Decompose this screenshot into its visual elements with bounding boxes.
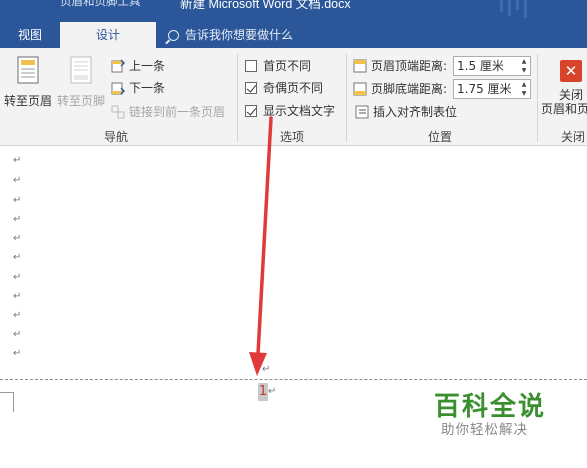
paragraph-mark: ↵ xyxy=(13,329,22,340)
paragraph-mark: ↵ xyxy=(13,310,22,321)
goto-header-button[interactable]: 转至页眉 xyxy=(2,56,54,109)
link-icon xyxy=(111,105,125,119)
footer-position-icon xyxy=(353,81,367,96)
document-title: 新建 Microsoft Word 文档.docx xyxy=(180,0,351,11)
tell-me-placeholder: 告诉我你想要做什么 xyxy=(185,28,294,42)
ribbon: 转至页眉 转至页脚 上一条 下一条 链接到前一条页眉 导航 首页不同 奇偶页不同… xyxy=(0,48,587,146)
title-bar: 页眉和页脚工具 新建 Microsoft Word 文档.docx xyxy=(0,0,587,22)
different-first-page-label: 首页不同 xyxy=(263,59,312,73)
previous-icon xyxy=(111,59,126,73)
paragraph-mark: ↵ xyxy=(13,272,22,283)
goto-footer-label: 转至页脚 xyxy=(56,94,105,108)
insert-alignment-tab-label: 插入对齐制表位 xyxy=(373,105,458,119)
group-divider xyxy=(237,54,238,142)
footer-from-bottom-label: 页脚底端距离: xyxy=(371,82,448,96)
paragraph-mark: ↵ xyxy=(13,233,22,244)
header-position-icon xyxy=(353,58,367,73)
link-to-previous-button[interactable]: 链接到前一条页眉 xyxy=(111,102,225,122)
paragraph-mark: ↵ xyxy=(268,386,277,397)
watermark-subtitle: 助你轻松解决 xyxy=(441,422,528,438)
footer-from-bottom-value: 1.75 厘米 xyxy=(457,82,512,96)
group-divider xyxy=(346,54,347,142)
different-first-page-checkbox[interactable]: 首页不同 xyxy=(245,56,311,76)
options-group-label: 选项 xyxy=(280,130,305,144)
different-odd-even-label: 奇偶页不同 xyxy=(263,81,324,95)
paragraph-mark: ↵ xyxy=(262,364,271,375)
tab-view[interactable]: 视图 xyxy=(6,22,54,48)
paragraph-mark: ↵ xyxy=(13,175,22,186)
alignment-tab-icon xyxy=(355,105,369,119)
header-from-top-row: 页眉顶端距离: 1.5 厘米 ▲ ▼ xyxy=(353,55,533,77)
group-divider xyxy=(537,54,538,142)
link-to-previous-label: 链接到前一条页眉 xyxy=(129,105,226,119)
footer-page-icon xyxy=(70,56,92,84)
page-corner-mark xyxy=(0,392,14,412)
close-group-label: 关闭 xyxy=(561,130,586,144)
insert-alignment-tab-button[interactable]: 插入对齐制表位 xyxy=(355,102,457,122)
close-label-line2: 页眉和页脚 xyxy=(540,102,587,116)
page-number-field[interactable]: 1 xyxy=(258,383,268,401)
previous-button[interactable]: 上一条 xyxy=(111,56,165,76)
footer-from-bottom-spinner[interactable]: 1.75 厘米 ▲ ▼ xyxy=(453,79,531,99)
paragraph-mark: ↵ xyxy=(13,195,22,206)
close-icon: ✕ xyxy=(560,60,582,82)
previous-label: 上一条 xyxy=(129,59,166,73)
title-decoration-icon xyxy=(500,0,527,18)
header-from-top-label: 页眉顶端距离: xyxy=(371,59,448,73)
next-button[interactable]: 下一条 xyxy=(111,78,165,98)
show-document-text-label: 显示文档文字 xyxy=(263,104,336,118)
close-label-line1: 关闭 xyxy=(558,88,583,102)
context-tab-title: 页眉和页脚工具 xyxy=(60,0,141,8)
checkbox-unchecked xyxy=(245,60,257,72)
position-group-label: 位置 xyxy=(428,130,453,144)
paragraph-mark: ↵ xyxy=(13,291,22,302)
footer-from-bottom-row: 页脚底端距离: 1.75 厘米 ▲ ▼ xyxy=(353,78,533,100)
paragraph-mark: ↵ xyxy=(13,252,22,263)
paragraph-mark: ↵ xyxy=(13,348,22,359)
next-icon xyxy=(111,81,126,95)
different-odd-even-checkbox[interactable]: 奇偶页不同 xyxy=(245,78,323,98)
goto-header-label: 转至页眉 xyxy=(3,94,52,108)
paragraph-mark: ↵ xyxy=(13,155,22,166)
checkbox-checked xyxy=(245,82,257,94)
header-page-icon xyxy=(17,56,39,84)
paragraph-mark: ↵ xyxy=(13,214,22,225)
tab-design[interactable]: 设计 xyxy=(60,22,156,48)
close-header-footer-button[interactable]: ✕ 关闭 页眉和页脚 xyxy=(540,54,587,116)
show-document-text-checkbox[interactable]: 显示文档文字 xyxy=(245,101,335,121)
header-from-top-value: 1.5 厘米 xyxy=(457,59,504,73)
navigation-group-label: 导航 xyxy=(104,130,129,144)
goto-footer-button[interactable]: 转至页脚 xyxy=(56,56,106,109)
tell-me-box[interactable]: 告诉我你想要做什么 xyxy=(168,22,293,48)
checkbox-checked xyxy=(245,105,257,117)
footer-boundary-line xyxy=(0,379,587,380)
header-from-top-spinner[interactable]: 1.5 厘米 ▲ ▼ xyxy=(453,56,531,76)
spinner-arrows-icon[interactable]: ▲ ▼ xyxy=(518,80,530,98)
search-icon xyxy=(168,30,179,41)
ribbon-tabs: 视图 设计 告诉我你想要做什么 xyxy=(0,22,587,48)
next-label: 下一条 xyxy=(129,81,166,95)
spinner-arrows-icon[interactable]: ▲ ▼ xyxy=(518,57,530,75)
